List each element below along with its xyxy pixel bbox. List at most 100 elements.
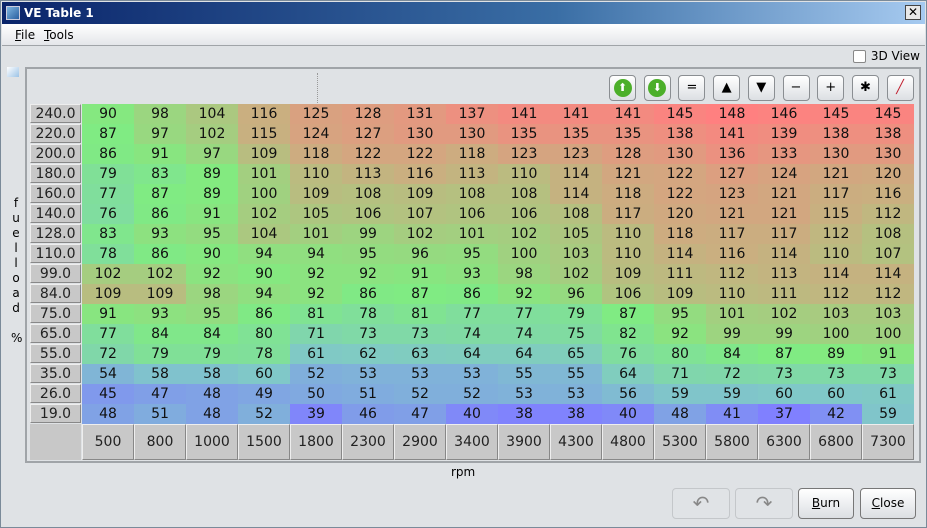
- table-cell[interactable]: 113: [446, 164, 498, 184]
- table-cell[interactable]: 95: [446, 244, 498, 264]
- table-cell[interactable]: 73: [758, 364, 810, 384]
- table-cell[interactable]: 87: [82, 124, 134, 144]
- table-cell[interactable]: 124: [758, 164, 810, 184]
- table-cell[interactable]: 87: [134, 184, 186, 204]
- table-cell[interactable]: 87: [758, 344, 810, 364]
- table-cell[interactable]: 138: [862, 124, 914, 144]
- table-cell[interactable]: 121: [758, 204, 810, 224]
- table-cell[interactable]: 45: [82, 384, 134, 404]
- table-cell[interactable]: 123: [498, 144, 550, 164]
- multiply-button[interactable]: ✱: [851, 75, 879, 101]
- table-cell[interactable]: 109: [654, 284, 706, 304]
- table-cell[interactable]: 59: [706, 384, 758, 404]
- table-cell[interactable]: 141: [602, 104, 654, 124]
- table-cell[interactable]: 53: [498, 384, 550, 404]
- table-cell[interactable]: 73: [862, 364, 914, 384]
- table-cell[interactable]: 72: [706, 364, 758, 384]
- table-cell[interactable]: 117: [810, 184, 862, 204]
- table-cell[interactable]: 141: [550, 104, 602, 124]
- table-cell[interactable]: 102: [758, 304, 810, 324]
- table-cell[interactable]: 105: [290, 204, 342, 224]
- table-cell[interactable]: 79: [186, 344, 238, 364]
- table-cell[interactable]: 84: [706, 344, 758, 364]
- close-window-button[interactable]: ✕: [905, 5, 921, 20]
- table-cell[interactable]: 130: [654, 144, 706, 164]
- table-cell[interactable]: 98: [134, 104, 186, 124]
- table-cell[interactable]: 103: [862, 304, 914, 324]
- table-cell[interactable]: 92: [186, 264, 238, 284]
- table-cell[interactable]: 138: [654, 124, 706, 144]
- table-cell[interactable]: 93: [134, 304, 186, 324]
- y-axis-cell[interactable]: 26.0: [30, 384, 81, 403]
- table-cell[interactable]: 96: [550, 284, 602, 304]
- table-cell[interactable]: 101: [446, 224, 498, 244]
- table-cell[interactable]: 128: [342, 104, 394, 124]
- table-cell[interactable]: 112: [862, 284, 914, 304]
- table-cell[interactable]: 118: [290, 144, 342, 164]
- menu-file[interactable]: File: [15, 28, 35, 42]
- table-cell[interactable]: 86: [134, 204, 186, 224]
- x-axis-cell[interactable]: 1500: [238, 424, 290, 460]
- table-cell[interactable]: 60: [758, 384, 810, 404]
- table-cell[interactable]: 121: [810, 164, 862, 184]
- table-cell[interactable]: 101: [290, 224, 342, 244]
- table-cell[interactable]: 107: [862, 244, 914, 264]
- table-cell[interactable]: 97: [186, 144, 238, 164]
- table-cell[interactable]: 100: [810, 324, 862, 344]
- table-cell[interactable]: 118: [446, 144, 498, 164]
- table-cell[interactable]: 111: [654, 264, 706, 284]
- table-cell[interactable]: 87: [394, 284, 446, 304]
- table-cell[interactable]: 64: [602, 364, 654, 384]
- table-cell[interactable]: 38: [498, 404, 550, 424]
- x-axis-cell[interactable]: 4800: [602, 424, 654, 460]
- table-cell[interactable]: 48: [82, 404, 134, 424]
- y-axis-cell[interactable]: 75.0: [30, 304, 81, 323]
- x-axis-cell[interactable]: 1000: [186, 424, 238, 460]
- table-cell[interactable]: 38: [550, 404, 602, 424]
- table-cell[interactable]: 102: [134, 264, 186, 284]
- table-cell[interactable]: 86: [446, 284, 498, 304]
- table-cell[interactable]: 92: [342, 264, 394, 284]
- table-cell[interactable]: 79: [134, 344, 186, 364]
- table-cell[interactable]: 91: [186, 204, 238, 224]
- table-cell[interactable]: 93: [134, 224, 186, 244]
- table-cell[interactable]: 92: [290, 264, 342, 284]
- table-cell[interactable]: 121: [758, 184, 810, 204]
- table-cell[interactable]: 51: [134, 404, 186, 424]
- table-cell[interactable]: 82: [602, 324, 654, 344]
- table-cell[interactable]: 104: [238, 224, 290, 244]
- x-axis-cell[interactable]: 2900: [394, 424, 446, 460]
- menu-tools[interactable]: Tools: [44, 28, 74, 42]
- table-cell[interactable]: 136: [706, 144, 758, 164]
- table-cell[interactable]: 81: [394, 304, 446, 324]
- table-cell[interactable]: 93: [446, 264, 498, 284]
- subtract-button[interactable]: −: [782, 75, 810, 101]
- table-cell[interactable]: 109: [290, 184, 342, 204]
- increase-button[interactable]: ▲: [713, 75, 741, 101]
- table-cell[interactable]: 95: [342, 244, 394, 264]
- x-axis-cell[interactable]: 5300: [654, 424, 706, 460]
- table-cell[interactable]: 98: [498, 264, 550, 284]
- undo-button[interactable]: ↶: [672, 488, 730, 519]
- table-cell[interactable]: 79: [550, 304, 602, 324]
- table-cell[interactable]: 48: [186, 384, 238, 404]
- table-cell[interactable]: 109: [238, 144, 290, 164]
- table-cell[interactable]: 42: [810, 404, 862, 424]
- table-cell[interactable]: 92: [290, 284, 342, 304]
- table-cell[interactable]: 71: [654, 364, 706, 384]
- table-cell[interactable]: 52: [238, 404, 290, 424]
- table-cell[interactable]: 131: [394, 104, 446, 124]
- table-cell[interactable]: 100: [238, 184, 290, 204]
- table-cell[interactable]: 73: [810, 364, 862, 384]
- table-cell[interactable]: 114: [550, 184, 602, 204]
- table-cell[interactable]: 64: [446, 344, 498, 364]
- table-cell[interactable]: 50: [290, 384, 342, 404]
- table-cell[interactable]: 141: [498, 104, 550, 124]
- table-cell[interactable]: 77: [446, 304, 498, 324]
- table-cell[interactable]: 99: [758, 324, 810, 344]
- table-cell[interactable]: 76: [82, 204, 134, 224]
- x-axis-cell[interactable]: 5800: [706, 424, 758, 460]
- table-cell[interactable]: 115: [810, 204, 862, 224]
- table-cell[interactable]: 52: [446, 384, 498, 404]
- y-axis-cell[interactable]: 110.0: [30, 244, 81, 263]
